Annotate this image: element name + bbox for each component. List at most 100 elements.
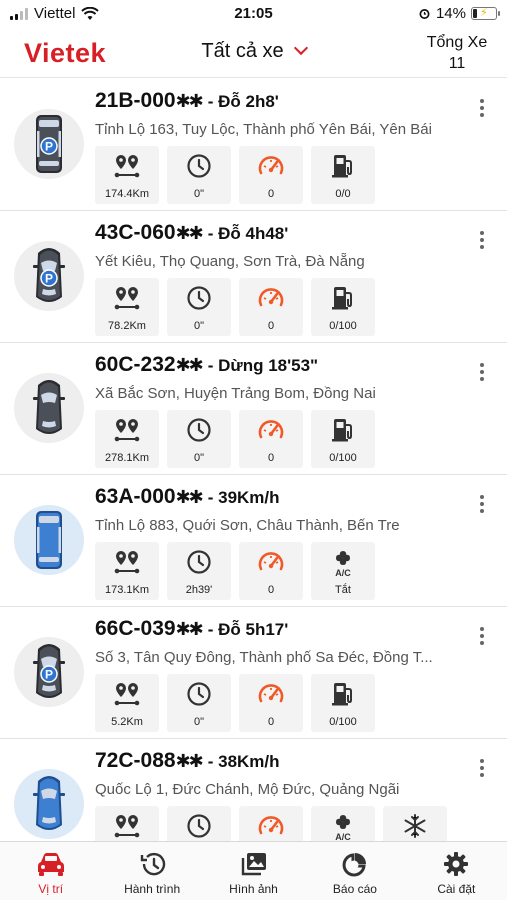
vehicle-list[interactable]: P 21B-000✱✱ - Đỗ 2h8' Tỉnh Lộ 163, Tuy Lộc,… (0, 79, 507, 841)
vehicle-avatar (14, 505, 84, 575)
ac-icon: A/C (311, 548, 375, 577)
metric-tile[interactable]: 0" (167, 410, 231, 468)
chevron-down-icon (293, 40, 308, 56)
metric-group: A/C (95, 806, 447, 841)
vehicle-status: - Đỗ 2h8' (207, 92, 279, 111)
speedometer-icon (239, 548, 303, 576)
vehicle-avatar (14, 373, 84, 443)
metric-value: 173.1Km (104, 584, 150, 596)
metric-tile[interactable]: 0/100 (311, 278, 375, 336)
plate-mask: ✱✱ (175, 91, 204, 111)
battery-percent: 14% (435, 5, 466, 22)
metric-tile[interactable]: 0/100 (311, 674, 375, 732)
fuel-icon (311, 416, 375, 444)
vehicle-row[interactable]: 63A-000✱✱ - 39Km/h Tỉnh Lộ 883, Quới Sơn, … (0, 475, 507, 607)
fuel-icon (311, 680, 375, 708)
total-label: Tổng Xe (426, 34, 488, 51)
more-options-icon[interactable] (479, 759, 485, 780)
vehicle-row[interactable]: P 66C-039✱✱ - Đỗ 5h17' Số 3, Tân Quy Đông, … (0, 607, 507, 739)
metric-tile[interactable]: 0/0 (311, 146, 375, 204)
vehicle-status: - Đỗ 5h17' (207, 620, 289, 639)
nav-label: Vị trí (38, 882, 64, 896)
metric-tile[interactable]: 0/100 (311, 410, 375, 468)
more-options-icon[interactable] (479, 495, 485, 516)
metric-value: 2h39' (185, 584, 213, 596)
nav-label: Hành trình (124, 882, 181, 896)
vehicle-row[interactable]: P 43C-060✱✱ - Đỗ 4h48' Yết Kiêu, Thọ Quang,… (0, 211, 507, 343)
plate-mask: ✱✱ (175, 619, 204, 639)
metric-value: 0/100 (329, 320, 357, 332)
more-options-icon[interactable] (479, 99, 485, 120)
vehicle-address: Xã Bắc Sơn, Huyện Trảng Bom, Đồng Nai (95, 385, 376, 402)
plate-mask: ✱✱ (175, 487, 204, 507)
metric-tile[interactable] (167, 806, 231, 841)
more-options-icon[interactable] (479, 231, 485, 252)
metric-tile[interactable]: 174.4Km (95, 146, 159, 204)
ac-icon: A/C (311, 812, 375, 841)
metric-value: 0 (267, 320, 275, 332)
nav-item-report[interactable]: Báo cáo (304, 842, 405, 900)
vehicle-status: - Dừng 18'53" (207, 356, 319, 375)
metric-tile[interactable]: 5.2Km (95, 674, 159, 732)
more-options-icon[interactable] (479, 363, 485, 384)
plate-number: 60C-232 (95, 353, 176, 376)
metric-tile[interactable]: 2h39' (167, 542, 231, 600)
metric-tile[interactable]: 278.1Km (95, 410, 159, 468)
metric-value: 0" (193, 320, 205, 332)
metric-tile[interactable]: 0 (239, 542, 303, 600)
metric-value: 0" (193, 716, 205, 728)
metric-tile[interactable]: 173.1Km (95, 542, 159, 600)
vehicle-status: - 39Km/h (207, 488, 280, 507)
clock-icon (167, 416, 231, 444)
route-icon (95, 152, 159, 180)
history-icon (101, 848, 202, 880)
svg-text:P: P (45, 140, 53, 154)
vehicle-status: - Đỗ 4h48' (207, 224, 289, 243)
status-right: 14% ⚡ (418, 5, 500, 22)
metric-tile[interactable]: 0 (239, 410, 303, 468)
nav-label: Báo cáo (332, 882, 377, 896)
metric-tile[interactable]: A/C Tắt (311, 542, 375, 600)
vehicle-avatar (14, 769, 84, 839)
nav-item-history[interactable]: Hành trình (101, 842, 202, 900)
vehicle-address: Tỉnh Lộ 883, Quới Sơn, Châu Thành, Bến T… (95, 517, 400, 534)
bottom-nav: Vị trí Hành trình Hình ảnh Báo cáo Cài đặt (0, 841, 507, 900)
route-icon (95, 284, 159, 312)
metric-tile[interactable]: 0 (239, 278, 303, 336)
vehicle-avatar: P (14, 241, 84, 311)
clock-icon (167, 284, 231, 312)
metric-tile[interactable]: A/C (311, 806, 375, 841)
metric-tile[interactable]: 0 (239, 674, 303, 732)
metric-tile[interactable] (383, 806, 447, 841)
vehicle-title: 66C-039✱✱ - Đỗ 5h17' (95, 617, 288, 641)
plate-number: 43C-060 (95, 221, 176, 244)
nav-item-images[interactable]: Hình ảnh (203, 842, 304, 900)
metric-tile[interactable]: 78.2Km (95, 278, 159, 336)
metric-value: 0" (193, 188, 205, 200)
svg-text:A/C: A/C (335, 568, 351, 577)
metric-tile[interactable] (239, 806, 303, 841)
metric-value: 174.4Km (104, 188, 150, 200)
vehicle-title: 43C-060✱✱ - Đỗ 4h48' (95, 221, 288, 245)
vehicle-row[interactable]: 72C-088✱✱ - 38Km/h Quốc Lộ 1, Đức Chánh, M… (0, 739, 507, 841)
vehicle-address: Số 3, Tân Quy Đông, Thành phố Sa Đéc, Đồ… (95, 649, 433, 666)
metric-tile[interactable] (95, 806, 159, 841)
route-icon (95, 548, 159, 576)
nav-item-car[interactable]: Vị trí (0, 842, 101, 900)
metric-tile[interactable]: 0" (167, 674, 231, 732)
metric-tile[interactable]: 0" (167, 278, 231, 336)
route-icon (95, 680, 159, 708)
metric-tile[interactable]: 0" (167, 146, 231, 204)
vehicle-row[interactable]: 60C-232✱✱ - Dừng 18'53" Xã Bắc Sơn, Huyện … (0, 343, 507, 475)
metric-tile[interactable]: 0 (239, 146, 303, 204)
vehicle-title: 72C-088✱✱ - 38Km/h (95, 749, 280, 773)
app-header: Vietek Tất cả xe Tổng Xe 11 (0, 28, 507, 78)
total-count: 11 (448, 55, 466, 72)
nav-item-settings[interactable]: Cài đặt (406, 842, 507, 900)
vehicle-row[interactable]: P 21B-000✱✱ - Đỗ 2h8' Tỉnh Lộ 163, Tuy Lộc,… (0, 79, 507, 211)
vehicle-title: 60C-232✱✱ - Dừng 18'53" (95, 353, 318, 377)
more-options-icon[interactable] (479, 627, 485, 648)
metric-value: 0/0 (335, 188, 351, 200)
metric-value: 78.2Km (108, 320, 146, 332)
svg-text:A/C: A/C (335, 832, 351, 841)
